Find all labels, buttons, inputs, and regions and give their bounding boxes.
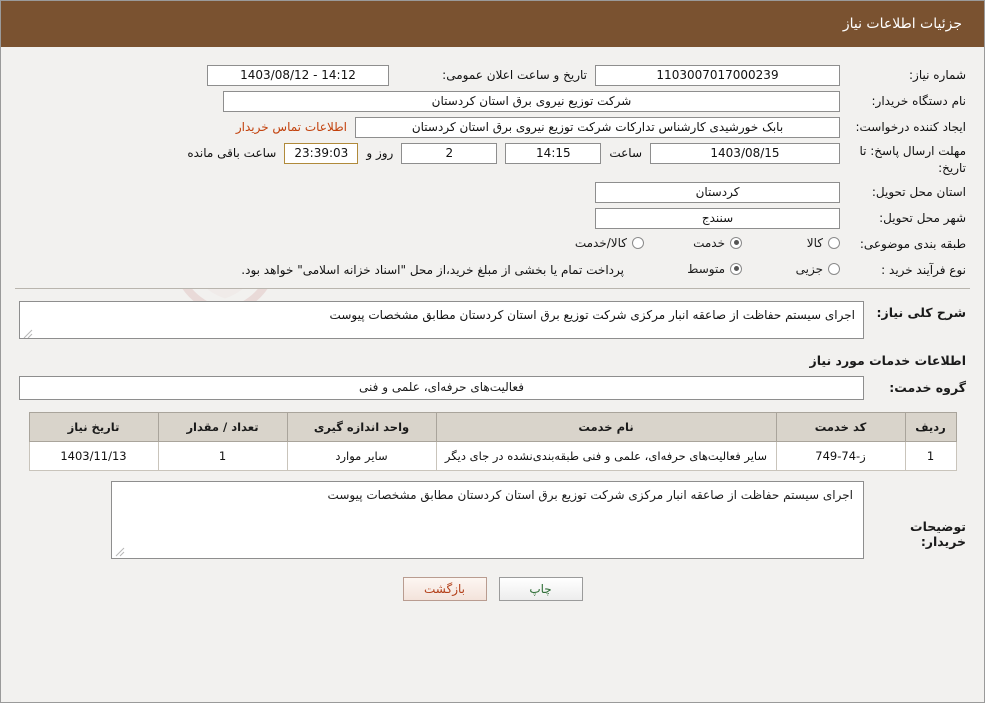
- col-qty: تعداد / مقدار: [157, 411, 288, 442]
- countdown-timer: 23:39:03: [284, 143, 359, 164]
- cell-row: 1: [904, 440, 957, 471]
- buyer-notes-label: توضیحات خریدار:: [910, 518, 966, 549]
- category-option-label: کالا/خدمت: [574, 235, 627, 250]
- back-button[interactable]: بازگشت: [402, 576, 487, 601]
- buyer-org-label: نام دستگاه خریدار:: [871, 94, 967, 108]
- service-group-label: گروه خدمت:: [889, 380, 966, 396]
- col-unit: واحد اندازه گیری: [286, 411, 437, 442]
- page-title: جزئیات اطلاعات نیاز: [842, 16, 962, 32]
- process-option-label: جزیی: [795, 261, 823, 276]
- process-option-motavaset[interactable]: متوسط: [632, 260, 742, 276]
- service-group-value: فعالیت‌های حرفه‌ای، علمی و فنی: [19, 375, 864, 400]
- col-code: کد خدمت: [775, 411, 906, 442]
- category-option-label: خدمت: [693, 235, 725, 250]
- remaining-days-value: 2: [401, 143, 498, 164]
- cell-code: ز-74-749: [775, 440, 906, 471]
- col-row: ردیف: [904, 411, 957, 442]
- category-option-khedmat[interactable]: خدمت: [652, 234, 742, 250]
- button-bar: چاپ بازگشت: [15, 565, 970, 611]
- cell-name: سایر فعالیت‌های حرفه‌ای، علمی و فنی طبقه…: [435, 440, 777, 471]
- delivery-province-value: کردستان: [595, 181, 840, 203]
- buyer-org-value: شرکت توزیع نیروی برق استان کردستان: [223, 91, 840, 112]
- services-heading: اطلاعات خدمات مورد نیاز: [809, 352, 967, 368]
- process-option-jozii[interactable]: جزیی: [750, 260, 840, 276]
- need-number-label: شماره نیاز:: [909, 68, 966, 82]
- table-header-row: ردیف کد خدمت نام خدمت واحد اندازه گیری ت…: [28, 411, 957, 442]
- cell-unit: سایر موارد: [286, 440, 437, 471]
- row-delivery-province: استان محل تحویل: کردستان: [19, 181, 966, 204]
- services-table: ردیف کد خدمت نام خدمت واحد اندازه گیری ت…: [28, 411, 957, 471]
- general-description-row: شرح کلی نیاز: اجرای سیستم حفاظت از صاعقه…: [15, 289, 970, 345]
- process-option-label: متوسط: [687, 261, 725, 276]
- announce-datetime-value: 14:12 - 1403/08/12: [207, 65, 389, 86]
- row-buyer-org: نام دستگاه خریدار: شرکت توزیع نیروی برق …: [19, 91, 966, 113]
- page-root: جزئیات اطلاعات نیاز AriaTender.net شماره…: [0, 0, 985, 703]
- radio-icon: [730, 236, 742, 249]
- row-category: طبقه بندی موضوعی: کالا خدمت کالا/خدمت: [19, 234, 966, 256]
- general-description-value[interactable]: اجرای سیستم حفاظت از صاعقه انبار مرکزی ش…: [19, 300, 864, 339]
- table-row: 1 ز-74-749 سایر فعالیت‌های حرفه‌ای، علمی…: [28, 440, 957, 471]
- window-titlebar: جزئیات اطلاعات نیاز: [1, 1, 984, 47]
- buyer-notes-value[interactable]: اجرای سیستم حفاظت از صاعقه انبار مرکزی ش…: [111, 480, 864, 559]
- buyer-contact-link[interactable]: اطلاعات تماس خریدار: [236, 117, 347, 134]
- resize-handle-icon[interactable]: [23, 326, 33, 339]
- process-note: پرداخت تمام یا بخشی از مبلغ خرید،از محل …: [241, 262, 624, 277]
- print-button[interactable]: چاپ: [498, 576, 583, 601]
- hour-label: ساعت: [609, 146, 642, 160]
- need-number-value: 1103007017000239: [595, 65, 840, 86]
- radio-icon: [632, 236, 644, 249]
- resize-handle-icon[interactable]: [115, 546, 125, 557]
- service-group-row: گروه خدمت: فعالیت‌های حرفه‌ای، علمی و فن…: [15, 370, 970, 408]
- row-delivery-city: شهر محل تحویل: سنندج: [19, 207, 966, 230]
- need-info-section: شماره نیاز: 1103007017000239 تاریخ و ساع…: [15, 57, 970, 289]
- row-requester: ایجاد کننده درخواست: بابک خورشیدی کارشنا…: [19, 117, 966, 139]
- general-description-text: اجرای سیستم حفاظت از صاعقه انبار مرکزی ش…: [329, 307, 855, 322]
- cell-qty: 1: [157, 440, 288, 471]
- deadline-date: 1403/08/15: [650, 143, 840, 164]
- deadline-time: 14:15: [505, 143, 602, 164]
- general-description-label: شرح کلی نیاز:: [876, 304, 966, 320]
- delivery-province-label: استان محل تحویل:: [871, 184, 966, 199]
- category-option-kala[interactable]: کالا: [750, 234, 840, 250]
- requester-label: ایجاد کننده درخواست:: [855, 120, 966, 134]
- col-name: نام خدمت: [435, 411, 777, 442]
- announce-datetime-label: تاریخ و ساعت اعلان عمومی:: [442, 68, 587, 82]
- category-option-label: کالا: [806, 235, 823, 250]
- deadline-label: مهلت ارسال پاسخ: تا تاریخ:: [859, 144, 966, 176]
- days-label: روز و: [366, 146, 394, 160]
- radio-icon: [828, 262, 840, 275]
- process-type-label: نوع فرآیند خرید :: [881, 262, 966, 277]
- col-date: تاریخ نیاز: [28, 411, 159, 442]
- category-label: طبقه بندی موضوعی:: [859, 236, 966, 251]
- cell-date: 1403/11/13: [28, 440, 159, 471]
- radio-icon: [730, 262, 742, 275]
- requester-value: بابک خورشیدی کارشناس تدارکات شرکت توزیع …: [355, 117, 840, 138]
- row-deadline: مهلت ارسال پاسخ: تا تاریخ: 1403/08/15 سا…: [19, 143, 966, 178]
- content-panel: شماره نیاز: 1103007017000239 تاریخ و ساع…: [1, 47, 984, 611]
- row-process-type: نوع فرآیند خرید : جزیی متوسط پرداخت تمام…: [19, 260, 966, 282]
- radio-icon: [828, 236, 840, 249]
- category-option-kala-khedmat[interactable]: کالا/خدمت: [524, 234, 644, 250]
- buyer-notes-row: توضیحات خریدار: اجرای سیستم حفاظت از صاع…: [15, 471, 970, 565]
- row-need-number: شماره نیاز: 1103007017000239 تاریخ و ساع…: [19, 65, 966, 87]
- delivery-city-value: سنندج: [595, 207, 840, 229]
- buyer-notes-text: اجرای سیستم حفاظت از صاعقه انبار مرکزی ش…: [327, 487, 853, 502]
- delivery-city-label: شهر محل تحویل:: [879, 210, 966, 225]
- remaining-label: ساعت باقی مانده: [187, 146, 277, 160]
